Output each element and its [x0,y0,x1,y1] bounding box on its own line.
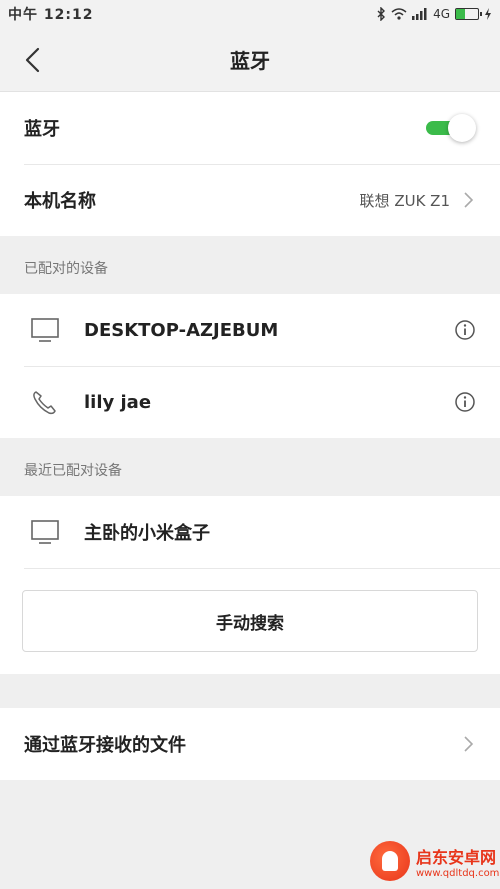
watermark-logo-icon [370,841,410,881]
bluetooth-label: 蓝牙 [24,119,60,140]
chevron-right-icon [464,192,474,208]
battery-fill [456,9,465,19]
paired-device-row[interactable]: DESKTOP-AZJEBUM [0,294,500,366]
watermark-text: 启东安卓网 www.qdltdq.com [416,844,499,879]
bluetooth-toggle[interactable] [426,114,476,142]
page-title: 蓝牙 [230,49,270,73]
info-icon[interactable] [454,319,476,341]
watermark-url: www.qdltdq.com [416,867,500,879]
paired-device-name: lily jae [84,391,152,413]
chevron-left-icon [25,47,40,73]
bluetooth-settings-card: 蓝牙 本机名称 联想 ZUK Z1 [0,92,500,236]
signal-icon [412,8,427,20]
manual-search-button[interactable]: 手动搜索 [22,590,478,652]
chevron-right-icon [464,736,474,752]
device-name-label: 本机名称 [24,191,96,212]
network-type: 4G [433,7,450,21]
received-files-card: 通过蓝牙接收的文件 [0,708,500,780]
search-wrap: 手动搜索 [0,568,500,674]
phone-icon [33,391,56,415]
status-time: 中午 12:12 [8,7,94,23]
watermark: 启东安卓网 www.qdltdq.com [360,833,500,889]
info-icon[interactable] [454,391,476,413]
recent-section-title: 最近已配对设备 [24,463,122,479]
top-bar: 蓝牙 [0,28,500,92]
wifi-icon [391,8,407,20]
paired-device-row[interactable]: lily jae [0,366,500,438]
battery-icon [455,8,482,20]
recent-device-name: 主卧的小米盒子 [84,523,210,544]
device-name-row[interactable]: 本机名称 联想 ZUK Z1 [0,164,500,236]
monitor-icon [31,520,59,544]
back-button[interactable] [18,44,50,76]
bluetooth-toggle-row[interactable]: 蓝牙 [0,92,500,164]
recent-device-row[interactable]: 主卧的小米盒子 [0,496,500,568]
toggle-knob [448,114,476,142]
status-icons: 4G [376,7,492,21]
paired-section-title: 已配对的设备 [24,261,108,277]
recent-devices-card: 主卧的小米盒子 手动搜索 [0,496,500,674]
monitor-icon [31,318,59,342]
paired-device-name: DESKTOP-AZJEBUM [84,319,279,341]
paired-devices-card: DESKTOP-AZJEBUM lily jae [0,294,500,438]
received-files-row[interactable]: 通过蓝牙接收的文件 [0,708,500,780]
received-files-label: 通过蓝牙接收的文件 [24,735,186,756]
status-bar: 中午 12:12 4G [0,0,500,28]
watermark-name: 启东安卓网 [416,847,497,867]
device-name-value: 联想 ZUK Z1 [359,191,450,210]
charging-icon [485,8,491,20]
bluetooth-icon [377,7,386,21]
